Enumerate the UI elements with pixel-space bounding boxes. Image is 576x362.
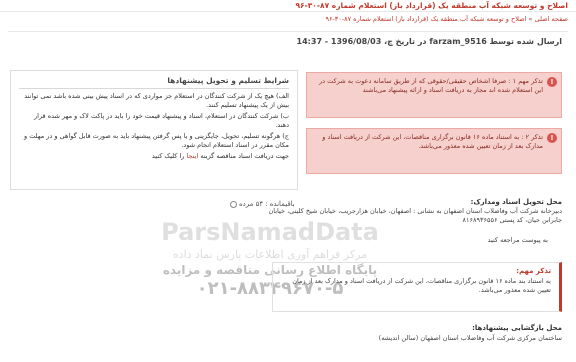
warning-icon: ! xyxy=(547,77,557,87)
notice-text-1: تذکر مهم ۱ : صرفا اشخاص حقیقی/حقوقی که ا… xyxy=(319,77,543,94)
opening-text: ساختمان مرکزی شرکت آب وفاضلاب استان اصفه… xyxy=(378,334,562,342)
breadcrumb-current[interactable]: اصلاح و توسعه شبکه آب منطقه یک (قرارداد … xyxy=(325,15,526,23)
notice-box-1: ! تذکر مهم ۱ : صرفا اشخاص حقیقی/حقوقی که… xyxy=(306,72,562,118)
conditions-panel: شرایط تسلیم و تحویل پیشنهادها الف) هیچ ی… xyxy=(10,70,298,190)
warning-title: تذکر مهم: xyxy=(516,267,551,275)
page-header-title: اصلاح و توسعه شبکه آب منطقه یک (قرارداد … xyxy=(0,0,576,12)
condition-item: ب) شرکت کنندگان در استعلام، اسناد و پیشن… xyxy=(33,112,289,129)
warning-text: به استناد بند ماده ۱۶ قانون برگزاری مناق… xyxy=(292,277,551,294)
breadcrumb: صفحه اصلی » اصلاح و توسعه شبکه آب منطقه … xyxy=(8,15,568,27)
documents-download-link[interactable]: اینجا xyxy=(187,152,199,160)
delivery-label: محل تحویل اسناد ومدارک: xyxy=(470,198,562,206)
watermark-line2: مرکز فراهم آوری اطلاعات پارس نماد داده xyxy=(172,248,368,261)
condition-item: ج) هرگونه تسلیم، تحویل، جایگزینی و یا پس… xyxy=(23,132,289,149)
header-divider xyxy=(8,31,568,32)
conditions-title: شرایط تسلیم و تحویل پیشنهادها xyxy=(19,76,289,89)
condition-item: الف) هیچ یک از شرکت کنندگان در استعلام ج… xyxy=(24,92,289,109)
clock-icon xyxy=(230,200,237,208)
documents-link-prefix: جهت دریافت اسناد مناقصه گزینه xyxy=(200,152,289,160)
remaining-value: ۵۴ مرده xyxy=(239,200,264,208)
important-warning-box: تذکر مهم: به استناد بند ماده ۱۶ قانون بر… xyxy=(272,262,562,312)
post-meta: ارسال شده توسط farzam_9516 در تاریخ چ، 1… xyxy=(296,37,562,46)
documents-link-suffix: را کلیک کنید xyxy=(151,152,185,160)
warning-icon: ! xyxy=(547,133,557,143)
notice-box-2: ! تذکر ۲ : به استناد ماده ۱۶ قانون برگزا… xyxy=(306,128,562,174)
documents-link-line: جهت دریافت اسناد مناقصه گزینه اینجا را ک… xyxy=(19,152,289,161)
breadcrumb-separator: » xyxy=(528,15,533,23)
notice-text-2: تذکر ۲ : به استناد ماده ۱۶ قانون برگزاری… xyxy=(322,133,543,150)
attachment-note: به پیوست مراجعه کنید xyxy=(487,236,548,244)
delivery-text: دبیرخانه شرکت آب وفاضلاب استان اصفهان به… xyxy=(268,207,562,224)
opening-label: محل بازگشایی پیشنهادها: xyxy=(472,324,562,332)
breadcrumb-home-link[interactable]: صفحه اصلی xyxy=(535,15,568,23)
